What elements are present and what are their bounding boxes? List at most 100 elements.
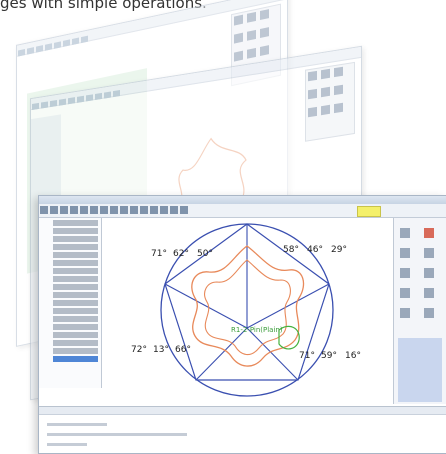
key[interactable] xyxy=(260,45,269,57)
mirror-icon[interactable] xyxy=(170,206,178,214)
key[interactable] xyxy=(334,66,343,78)
tree-item[interactable] xyxy=(53,220,98,226)
tree-item[interactable] xyxy=(53,228,98,234)
tool-icon[interactable] xyxy=(95,92,102,100)
tool-icon[interactable] xyxy=(27,47,34,55)
key[interactable] xyxy=(308,106,317,118)
key[interactable] xyxy=(247,47,256,59)
circle-icon[interactable] xyxy=(150,206,158,214)
key[interactable] xyxy=(234,50,243,62)
undo-icon[interactable] xyxy=(80,206,88,214)
tool-button[interactable] xyxy=(424,268,434,278)
print-icon[interactable] xyxy=(70,206,78,214)
key[interactable] xyxy=(321,104,330,116)
tree-item[interactable] xyxy=(53,292,98,298)
tool-icon[interactable] xyxy=(86,94,93,102)
key[interactable] xyxy=(234,14,243,26)
tool-icon[interactable] xyxy=(104,91,111,99)
output-console xyxy=(39,406,446,453)
title-bar xyxy=(39,196,446,204)
angle-label: 50° xyxy=(197,249,213,259)
tool-button[interactable] xyxy=(400,288,410,298)
tool-button[interactable] xyxy=(400,248,410,258)
redo-icon[interactable] xyxy=(90,206,98,214)
zoom-in-icon[interactable] xyxy=(100,206,108,214)
tool-icon[interactable] xyxy=(59,98,66,106)
tool-button[interactable] xyxy=(424,228,434,238)
tree-item[interactable] xyxy=(53,308,98,314)
tool-icon[interactable] xyxy=(63,39,70,47)
key[interactable] xyxy=(334,84,343,96)
tool-icon[interactable] xyxy=(32,102,39,110)
green-pin-label: R1-2-Pin(Plain) xyxy=(231,326,283,334)
tree-item[interactable] xyxy=(53,260,98,266)
rotate-icon[interactable] xyxy=(160,206,168,214)
tree-item[interactable] xyxy=(53,332,98,338)
pan-icon[interactable] xyxy=(120,206,128,214)
highlighted-tool-field[interactable] xyxy=(357,206,381,217)
tool-icon[interactable] xyxy=(68,97,75,105)
tool-icon[interactable] xyxy=(54,41,61,49)
zoom-out-icon[interactable] xyxy=(110,206,118,214)
console-line xyxy=(47,423,107,426)
tree-item[interactable] xyxy=(53,340,98,346)
key[interactable] xyxy=(321,68,330,80)
line-icon[interactable] xyxy=(140,206,148,214)
key[interactable] xyxy=(308,70,317,82)
angle-label: 72° xyxy=(131,345,147,355)
tool-icon[interactable] xyxy=(113,90,120,98)
tool-icon[interactable] xyxy=(77,95,84,103)
tree-item[interactable] xyxy=(53,324,98,330)
save-icon[interactable] xyxy=(60,206,68,214)
main-toolbar xyxy=(39,204,446,218)
key[interactable] xyxy=(308,88,317,100)
tree-item[interactable] xyxy=(53,236,98,242)
tree-item-selected[interactable] xyxy=(53,356,98,362)
tool-button[interactable] xyxy=(424,308,434,318)
angle-label: 29° xyxy=(331,245,347,255)
angle-label: 66° xyxy=(175,345,191,355)
pattern-drawing: R1-2-Pin(Plain) 71° 62° 50° 58° 46° 29° … xyxy=(131,223,361,397)
tree-item[interactable] xyxy=(53,276,98,282)
key[interactable] xyxy=(260,27,269,39)
tool-button[interactable] xyxy=(400,268,410,278)
key[interactable] xyxy=(321,86,330,98)
console-tabs[interactable] xyxy=(39,407,446,415)
tree-item[interactable] xyxy=(53,244,98,250)
tool-button[interactable] xyxy=(400,228,410,238)
angle-label: 46° xyxy=(307,245,323,255)
measure-icon[interactable] xyxy=(180,206,188,214)
key[interactable] xyxy=(260,9,269,21)
console-line xyxy=(47,433,187,436)
angle-label: 71° xyxy=(299,351,315,361)
tool-icon[interactable] xyxy=(36,45,43,53)
key[interactable] xyxy=(234,32,243,44)
tree-item[interactable] xyxy=(53,268,98,274)
tree-item[interactable] xyxy=(53,252,98,258)
select-icon[interactable] xyxy=(130,206,138,214)
tool-icon[interactable] xyxy=(18,48,25,57)
key[interactable] xyxy=(247,29,256,41)
tree-item[interactable] xyxy=(53,316,98,322)
tree-item[interactable] xyxy=(53,284,98,290)
tool-icon[interactable] xyxy=(72,37,79,46)
tree-item[interactable] xyxy=(53,300,98,306)
tool-button[interactable] xyxy=(424,248,434,258)
open-icon[interactable] xyxy=(50,206,58,214)
angle-label: 62° xyxy=(173,249,189,259)
tool-icon[interactable] xyxy=(50,100,57,108)
key[interactable] xyxy=(334,102,343,114)
key[interactable] xyxy=(247,11,256,23)
tool-icon[interactable] xyxy=(41,101,48,109)
tool-icon[interactable] xyxy=(45,43,52,51)
angle-label: 58° xyxy=(283,245,299,255)
tool-icon[interactable] xyxy=(81,35,88,44)
angle-label: 71° xyxy=(151,249,167,259)
drawing-canvas[interactable]: R1-2-Pin(Plain) 71° 62° 50° 58° 46° 29° … xyxy=(103,218,391,404)
tool-button[interactable] xyxy=(424,288,434,298)
file-tree-panel xyxy=(39,218,102,388)
tree-item[interactable] xyxy=(53,348,98,354)
numeric-keypad xyxy=(305,61,355,142)
new-icon[interactable] xyxy=(40,206,48,214)
tool-button[interactable] xyxy=(400,308,410,318)
